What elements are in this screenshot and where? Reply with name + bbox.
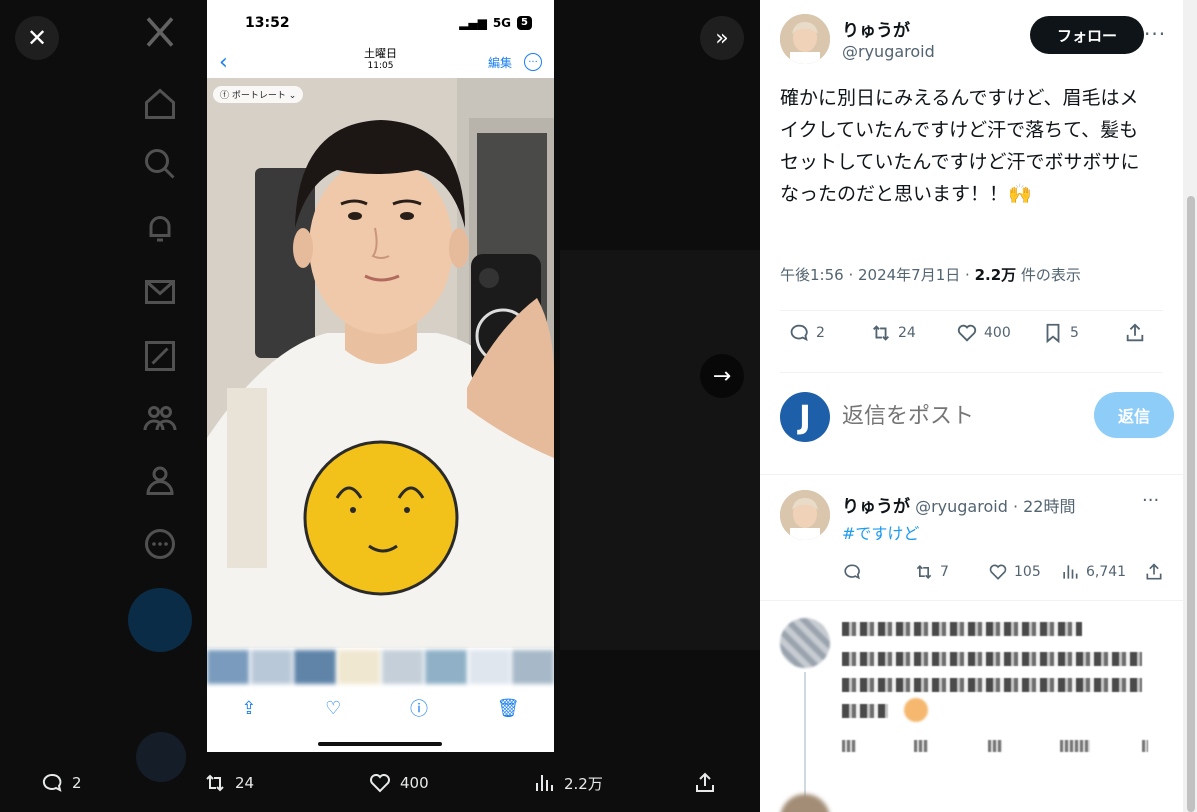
trash-icon: 🗑 bbox=[496, 697, 520, 719]
share-icon bbox=[696, 772, 714, 792]
reply-actions: 7 105 6,741 bbox=[842, 562, 1162, 586]
media-views-button[interactable]: 2.2万 bbox=[532, 771, 603, 795]
tweet-detail-panel: りゅうが @ryugaroid フォロー ··· 確かに別日にみえるんですけど、… bbox=[760, 0, 1197, 812]
view-count: 2.2万 bbox=[974, 266, 1017, 284]
tweet-meta: 午後1:56 · 2024年7月1日 · 2.2万 件の表示 bbox=[780, 264, 1081, 285]
photo-time: 11:05 bbox=[367, 61, 394, 71]
media-action-bar: 2 24 400 2.2万 bbox=[0, 760, 760, 806]
reply-icon bbox=[42, 773, 62, 792]
reply-button[interactable]: 2 bbox=[788, 322, 825, 344]
reply-more-options-icon[interactable]: ··· bbox=[1142, 490, 1159, 511]
pixelated-reply bbox=[780, 612, 1163, 812]
share-button[interactable] bbox=[1124, 322, 1146, 344]
close-button[interactable]: ✕ bbox=[15, 16, 59, 60]
media-reply-button[interactable]: 2 bbox=[40, 771, 82, 795]
reply-reply-button[interactable] bbox=[842, 562, 868, 582]
phone-time: 13:52 bbox=[245, 15, 290, 31]
reply-like-button[interactable]: 105 bbox=[988, 562, 1041, 582]
bookmark-button[interactable]: 5 bbox=[1042, 322, 1079, 344]
reply-author-name[interactable]: りゅうが bbox=[842, 497, 910, 517]
photos-nav-bar: ‹ 土曜日 11:05 編集 ··· bbox=[207, 46, 554, 78]
bell-icon bbox=[142, 210, 178, 246]
communities-icon bbox=[142, 400, 178, 436]
heart-icon: ♡ bbox=[325, 697, 342, 719]
tweet-text: 確かに別日にみえるんですけど、眉毛はメイクしていたんですけど汗で落ちて、髪もセッ… bbox=[780, 87, 1140, 205]
thread-line bbox=[804, 672, 806, 812]
author-handle[interactable]: @ryugaroid bbox=[842, 42, 935, 61]
repost-icon bbox=[206, 774, 224, 792]
repost-icon bbox=[916, 564, 932, 580]
dimmed-background-photo bbox=[560, 250, 760, 650]
tweet-actions: 2 24 400 5 bbox=[780, 322, 1163, 360]
views-chart-icon bbox=[536, 775, 553, 791]
author-avatar[interactable] bbox=[780, 14, 830, 64]
reply-submit-button[interactable]: 返信 bbox=[1094, 392, 1174, 438]
scrollbar[interactable] bbox=[1183, 0, 1197, 812]
share-icon bbox=[1146, 563, 1162, 580]
collapse-panel-button[interactable]: » bbox=[700, 16, 744, 60]
post-button-dimmed bbox=[128, 588, 192, 652]
reply-composer: J 返信 bbox=[780, 390, 1174, 444]
next-image-button[interactable]: → bbox=[700, 354, 744, 398]
media-share-button[interactable] bbox=[693, 771, 717, 795]
portrait-badge: ⓕ ポートレート ⌄ bbox=[213, 86, 304, 103]
divider bbox=[780, 310, 1163, 311]
profile-icon bbox=[142, 462, 178, 498]
photo-day: 土曜日 bbox=[364, 47, 397, 60]
current-user-avatar[interactable]: J bbox=[780, 392, 830, 442]
mail-icon bbox=[142, 274, 178, 310]
reply-tweet[interactable]: りゅうが @ryugaroid · 22時間 #ですけど ··· 7 105 6… bbox=[780, 490, 1163, 590]
signal-icon: ▂▄▆ bbox=[459, 16, 487, 30]
media-like-button[interactable]: 400 bbox=[368, 771, 429, 795]
reply-views-button[interactable]: 6,741 bbox=[1060, 562, 1126, 582]
author-name[interactable]: りゅうが bbox=[842, 16, 910, 41]
grok-icon bbox=[142, 338, 178, 374]
pixelated-emoji bbox=[904, 698, 928, 722]
phone-status-bar: 13:52 ▂▄▆ 5G 5 bbox=[207, 0, 554, 46]
reply-share-button[interactable] bbox=[1144, 562, 1164, 582]
dimmed-sidebar bbox=[128, 0, 194, 812]
divider bbox=[780, 372, 1163, 373]
battery-icon: 5 bbox=[517, 16, 532, 30]
views-chart-icon bbox=[1063, 565, 1078, 579]
reply-repost-button[interactable]: 7 bbox=[914, 562, 949, 582]
tweet-author: りゅうが @ryugaroid フォロー ··· bbox=[780, 14, 1165, 64]
photos-toolbar: ⇪ ♡ ⓘ 🗑 bbox=[207, 686, 554, 730]
divider bbox=[760, 600, 1183, 601]
repost-button[interactable]: 24 bbox=[870, 322, 916, 344]
heart-icon bbox=[370, 774, 390, 793]
heart-icon bbox=[989, 564, 1007, 580]
hashtag-link[interactable]: #ですけど bbox=[842, 520, 919, 544]
share-icon bbox=[1126, 323, 1144, 342]
photo-thumbnail-strip bbox=[207, 648, 554, 686]
follow-button[interactable]: フォロー bbox=[1030, 16, 1144, 54]
reply-header: りゅうが @ryugaroid · 22時間 bbox=[842, 492, 1075, 517]
reply-author-meta: @ryugaroid · 22時間 bbox=[910, 497, 1076, 516]
media-repost-button[interactable]: 24 bbox=[203, 771, 254, 795]
home-indicator bbox=[318, 742, 442, 746]
more-circle-icon bbox=[142, 526, 178, 562]
reply-input[interactable] bbox=[842, 398, 1072, 434]
divider bbox=[760, 474, 1183, 475]
heart-icon bbox=[957, 324, 977, 342]
tweet-timestamp[interactable]: 午後1:56 · 2024年7月1日 · bbox=[780, 266, 975, 284]
selfie-photo: ⓕ ポートレート ⌄ bbox=[207, 78, 554, 648]
share-icon: ⇪ bbox=[241, 697, 257, 719]
view-count-suffix: 件の表示 bbox=[1016, 266, 1081, 284]
home-icon bbox=[142, 86, 178, 122]
pixelated-avatar bbox=[780, 618, 830, 668]
info-icon: ⓘ bbox=[410, 699, 429, 720]
attached-photo: 13:52 ▂▄▆ 5G 5 ‹ 土曜日 11:05 編集 ··· ⓕ ポートレ… bbox=[207, 0, 554, 752]
more-options-icon[interactable]: ··· bbox=[1144, 22, 1166, 46]
repost-icon bbox=[873, 325, 889, 341]
network-label: 5G bbox=[492, 16, 512, 30]
scrollbar-thumb[interactable] bbox=[1187, 196, 1195, 812]
reply-author-avatar[interactable] bbox=[780, 490, 830, 540]
like-button[interactable]: 400 bbox=[956, 322, 1011, 344]
bookmark-icon bbox=[1046, 323, 1060, 344]
reply-icon bbox=[790, 324, 808, 342]
search-icon bbox=[142, 146, 178, 182]
reply-icon bbox=[844, 564, 860, 580]
media-viewer: ✕ » 13:52 ▂▄▆ 5G 5 ‹ 土曜日 11:05 編集 ··· ⓕ … bbox=[0, 0, 760, 812]
